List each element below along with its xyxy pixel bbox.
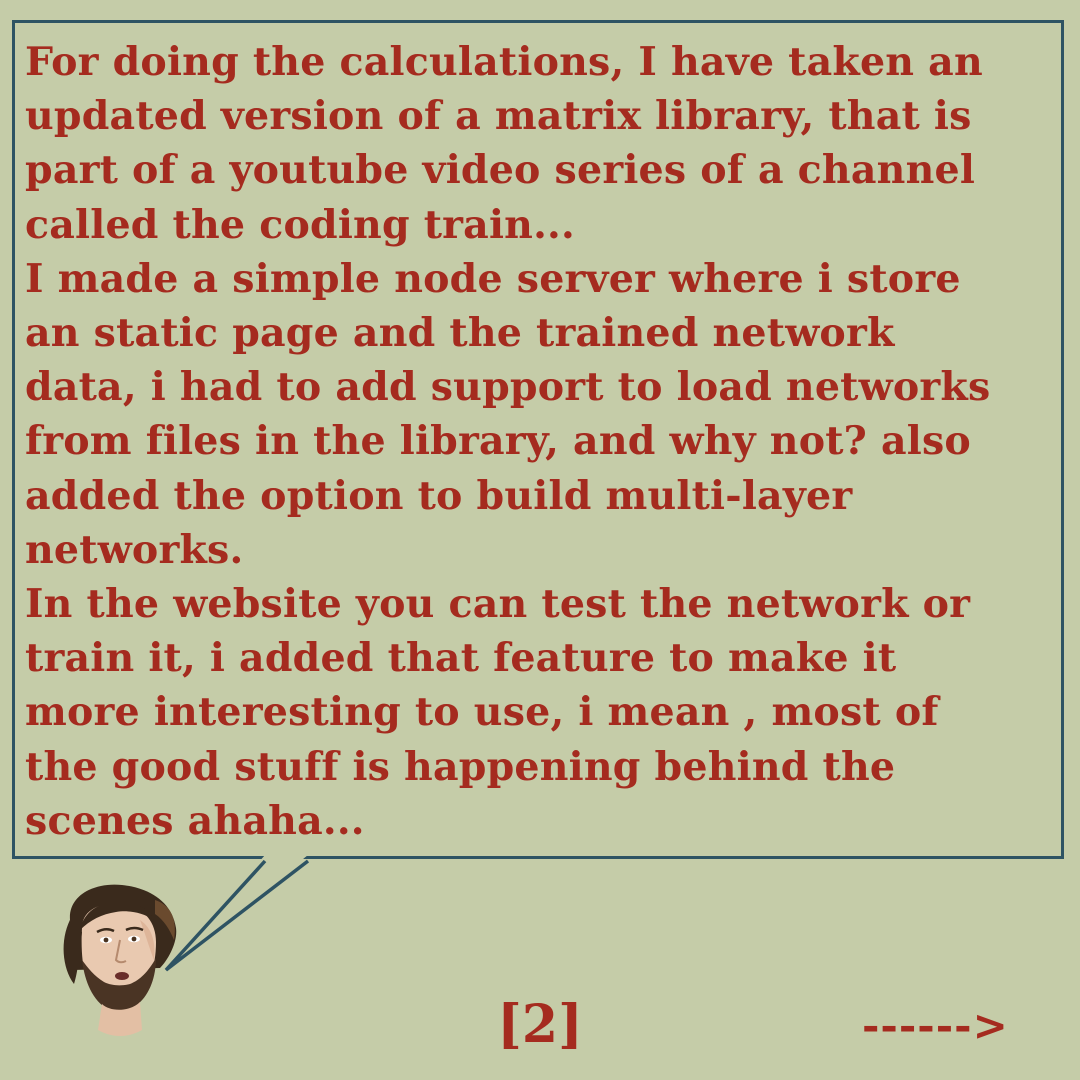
speech-bubble-tail [164,855,310,972]
